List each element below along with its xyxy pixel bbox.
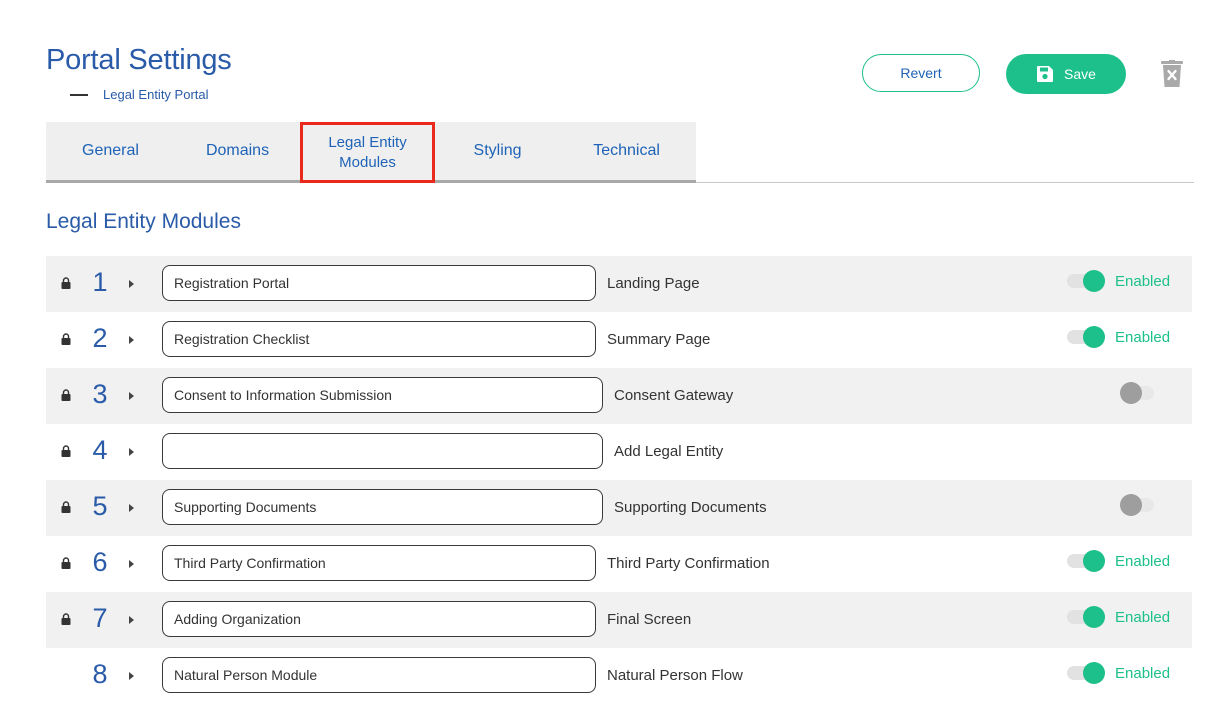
caret-right-icon[interactable] — [129, 560, 134, 568]
status-label: Enabled — [1115, 609, 1171, 626]
floppy-disk-icon — [1037, 66, 1054, 82]
module-number: 6 — [92, 547, 108, 577]
caret-right-icon[interactable] — [129, 336, 134, 344]
caret-right-icon[interactable] — [129, 392, 134, 400]
module-toggle[interactable] — [1067, 550, 1105, 572]
module-page-label: Landing Page — [607, 275, 700, 292]
tab-legal-entity-modules[interactable]: Legal Entity Modules — [300, 122, 436, 183]
status-label: Enabled — [1115, 665, 1171, 682]
save-button[interactable]: Save — [1006, 54, 1126, 94]
module-toggle[interactable] — [1067, 326, 1105, 348]
caret-right-icon[interactable] — [129, 616, 134, 624]
module-number: 2 — [92, 323, 108, 353]
breadcrumb: Legal Entity Portal — [70, 87, 209, 102]
module-row: 1 Landing Page Enabled — [46, 256, 1192, 312]
module-page-label: Supporting Documents — [614, 499, 767, 516]
caret-right-icon[interactable] — [129, 448, 134, 456]
tabs-divider — [696, 182, 1194, 183]
status-label: Enabled — [1115, 273, 1171, 290]
module-page-label: Natural Person Flow — [607, 667, 743, 684]
module-row: 7 Final Screen Enabled — [46, 592, 1192, 648]
caret-right-icon[interactable] — [129, 672, 134, 680]
status-label: Enabled — [1115, 553, 1171, 570]
module-toggle[interactable] — [1067, 662, 1105, 684]
module-row: 8 Natural Person Flow Enabled — [46, 648, 1192, 704]
module-number: 5 — [92, 491, 108, 521]
module-row: 3 Consent Gateway — [46, 368, 1192, 424]
page-title: Portal Settings — [46, 44, 232, 76]
trash-icon[interactable] — [1160, 60, 1184, 88]
settings-tabs: General Domains Legal Entity Modules Sty… — [46, 122, 696, 183]
tab-domains[interactable]: Domains — [175, 122, 300, 180]
module-page-label: Add Legal Entity — [614, 443, 724, 460]
module-page-label: Final Screen — [607, 611, 692, 628]
module-row: 5 Supporting Documents — [46, 480, 1192, 536]
tab-general[interactable]: General — [46, 122, 175, 180]
revert-button[interactable]: Revert — [862, 54, 980, 92]
module-number: 4 — [92, 435, 108, 465]
module-name-input[interactable] — [162, 433, 603, 469]
tab-styling[interactable]: Styling — [438, 122, 557, 180]
module-number: 7 — [92, 603, 108, 633]
status-label: Enabled — [1115, 329, 1171, 346]
module-page-label: Third Party Confirmation — [607, 555, 770, 572]
module-name-input[interactable] — [162, 601, 596, 637]
module-name-input[interactable] — [162, 489, 603, 525]
module-row: 6 Third Party Confirmation Enabled — [46, 536, 1192, 592]
tab-technical[interactable]: Technical — [557, 122, 696, 180]
module-name-input[interactable] — [162, 321, 596, 357]
section-title: Legal Entity Modules — [46, 210, 241, 233]
module-name-input[interactable] — [162, 545, 596, 581]
lock-icon — [61, 445, 71, 457]
module-page-label: Consent Gateway — [614, 387, 734, 404]
lock-icon — [61, 557, 71, 569]
module-page-label: Summary Page — [607, 331, 711, 348]
dash-divider — [70, 93, 88, 96]
module-toggle[interactable] — [1067, 270, 1105, 292]
module-row: 2 Summary Page Enabled — [46, 312, 1192, 368]
portal-name: Legal Entity Portal — [103, 87, 209, 102]
caret-right-icon[interactable] — [129, 280, 134, 288]
module-number: 3 — [92, 379, 108, 409]
module-toggle[interactable] — [1120, 382, 1158, 404]
module-number: 1 — [92, 267, 108, 297]
module-list: 1 Landing Page Enabled 2 Summary Page En… — [46, 256, 1192, 704]
lock-icon — [61, 501, 71, 513]
lock-icon — [61, 277, 71, 289]
lock-icon — [61, 389, 71, 401]
lock-icon — [61, 333, 71, 345]
module-name-input[interactable] — [162, 377, 603, 413]
module-toggle[interactable] — [1067, 606, 1105, 628]
caret-right-icon[interactable] — [129, 504, 134, 512]
lock-icon — [61, 613, 71, 625]
module-name-input[interactable] — [162, 657, 596, 693]
module-name-input[interactable] — [162, 265, 596, 301]
module-toggle[interactable] — [1120, 494, 1158, 516]
module-row: 4 Add Legal Entity — [46, 424, 1192, 480]
save-button-label: Save — [1064, 66, 1096, 82]
module-number: 8 — [92, 659, 108, 689]
